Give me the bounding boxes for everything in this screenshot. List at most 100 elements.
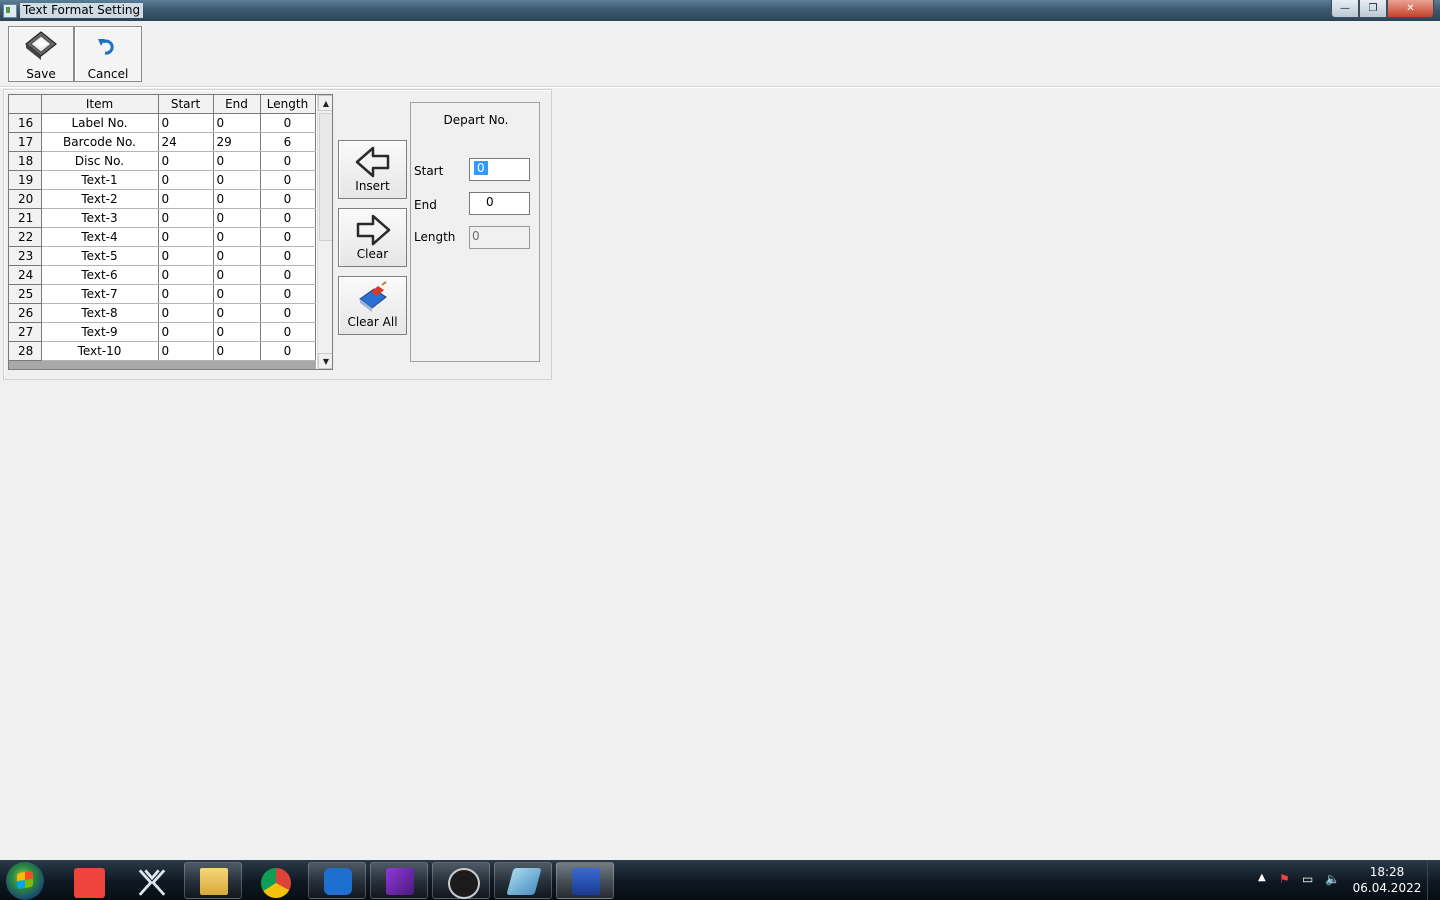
table-row[interactable]: 24 Text-6 0 0 0 xyxy=(9,265,316,285)
column-header-length[interactable]: Length xyxy=(260,95,316,114)
item-cell[interactable]: Label No. xyxy=(41,113,159,133)
table-row[interactable]: 18 Disc No. 0 0 0 xyxy=(9,151,316,171)
start-cell[interactable]: 0 xyxy=(158,341,214,361)
save-button[interactable]: Save xyxy=(8,26,74,82)
taskbar-purple-app[interactable] xyxy=(370,862,428,899)
start-button[interactable] xyxy=(6,862,44,900)
taskbar-file-explorer[interactable] xyxy=(184,862,242,899)
insert-button[interactable]: Insert xyxy=(338,140,407,199)
start-cell[interactable]: 0 xyxy=(158,151,214,171)
start-cell[interactable]: 0 xyxy=(158,303,214,323)
start-cell[interactable]: 0 xyxy=(158,284,214,304)
volume-icon[interactable]: 🔈 xyxy=(1325,872,1340,886)
item-cell[interactable]: Text-8 xyxy=(41,303,159,323)
length-cell[interactable]: 0 xyxy=(260,246,316,266)
item-cell[interactable]: Disc No. xyxy=(41,151,159,171)
taskbar-blue-app[interactable] xyxy=(494,862,552,899)
table-row[interactable]: 22 Text-4 0 0 0 xyxy=(9,227,316,247)
length-cell[interactable]: 0 xyxy=(260,151,316,171)
length-cell[interactable]: 0 xyxy=(260,265,316,285)
scroll-up-button[interactable]: ▲ xyxy=(318,95,332,111)
length-cell[interactable]: 0 xyxy=(260,303,316,323)
start-cell[interactable]: 0 xyxy=(158,265,214,285)
taskbar-densi[interactable] xyxy=(432,862,490,899)
item-cell[interactable]: Text-2 xyxy=(41,189,159,209)
taskbar-chrome[interactable] xyxy=(246,862,304,899)
table-row[interactable]: 21 Text-3 0 0 0 xyxy=(9,208,316,228)
cancel-button[interactable]: Cancel xyxy=(74,26,142,82)
end-cell[interactable]: 0 xyxy=(213,341,261,361)
end-cell[interactable]: 0 xyxy=(213,208,261,228)
item-cell[interactable]: Text-3 xyxy=(41,208,159,228)
length-cell[interactable]: 0 xyxy=(260,322,316,342)
start-cell[interactable]: 0 xyxy=(158,189,214,209)
clear-all-button[interactable]: Clear All xyxy=(338,276,407,335)
table-row[interactable]: 17 Barcode No. 24 29 6 xyxy=(9,132,316,152)
column-header-item[interactable]: Item xyxy=(41,95,159,114)
item-cell[interactable]: Text-10 xyxy=(41,341,159,361)
item-cell[interactable]: Barcode No. xyxy=(41,132,159,152)
table-row[interactable]: 27 Text-9 0 0 0 xyxy=(9,322,316,342)
end-cell[interactable]: 0 xyxy=(213,227,261,247)
start-cell[interactable]: 0 xyxy=(158,322,214,342)
table-row[interactable]: 23 Text-5 0 0 0 xyxy=(9,246,316,266)
end-cell[interactable]: 0 xyxy=(213,151,261,171)
column-header-start[interactable]: Start xyxy=(158,95,214,114)
start-cell[interactable]: 0 xyxy=(158,227,214,247)
length-cell[interactable]: 0 xyxy=(260,170,316,190)
length-cell[interactable]: 0 xyxy=(260,189,316,209)
end-cell[interactable]: 0 xyxy=(213,284,261,304)
scroll-thumb[interactable] xyxy=(319,113,332,241)
action-center-icon[interactable]: ⚑ xyxy=(1279,872,1290,886)
restore-button[interactable]: ❐ xyxy=(1359,0,1387,18)
end-cell[interactable]: 0 xyxy=(213,322,261,342)
tray-expand-icon[interactable]: ▲ xyxy=(1258,872,1266,883)
table-row[interactable]: 26 Text-8 0 0 0 xyxy=(9,303,316,323)
taskbar-respos[interactable] xyxy=(122,862,180,899)
format-grid[interactable]: Item Start End Length 16 Label No. 0 0 0 17 Ba… xyxy=(8,94,333,370)
table-row[interactable]: 19 Text-1 0 0 0 xyxy=(9,170,316,190)
end-cell[interactable]: 0 xyxy=(213,303,261,323)
length-cell[interactable]: 0 xyxy=(260,208,316,228)
table-row[interactable]: 16 Label No. 0 0 0 xyxy=(9,113,316,133)
close-button[interactable]: ✕ xyxy=(1387,0,1434,18)
grid-vertical-scrollbar[interactable]: ▲ ▼ xyxy=(317,95,332,369)
end-cell[interactable]: 0 xyxy=(213,170,261,190)
taskbar-active-app[interactable] xyxy=(556,862,614,899)
table-row[interactable]: 25 Text-7 0 0 0 xyxy=(9,284,316,304)
end-cell[interactable]: 0 xyxy=(213,246,261,266)
start-cell[interactable]: 0 xyxy=(158,113,214,133)
taskbar-clock[interactable]: 18:28 06.04.2022 xyxy=(1352,864,1422,896)
end-cell[interactable]: 0 xyxy=(213,189,261,209)
taskbar-s-app[interactable] xyxy=(308,862,366,899)
scroll-down-button[interactable]: ▼ xyxy=(318,353,332,369)
length-cell[interactable]: 0 xyxy=(260,227,316,247)
item-cell[interactable]: Text-6 xyxy=(41,265,159,285)
depart-end-input[interactable]: 0 xyxy=(469,192,530,215)
table-row[interactable]: 28 Text-10 0 0 0 xyxy=(9,341,316,361)
column-header-end[interactable]: End xyxy=(213,95,261,114)
start-cell[interactable]: 0 xyxy=(158,208,214,228)
item-cell[interactable]: Text-9 xyxy=(41,322,159,342)
item-cell[interactable]: Text-4 xyxy=(41,227,159,247)
length-cell[interactable]: 0 xyxy=(260,284,316,304)
taskbar-anydesk[interactable] xyxy=(60,862,118,899)
start-cell[interactable]: 0 xyxy=(158,246,214,266)
network-icon[interactable]: ▭ xyxy=(1302,872,1313,886)
item-cell[interactable]: Text-1 xyxy=(41,170,159,190)
item-cell[interactable]: Text-7 xyxy=(41,284,159,304)
length-cell[interactable]: 6 xyxy=(260,132,316,152)
show-desktop-button[interactable] xyxy=(1427,860,1440,900)
minimize-button[interactable]: — xyxy=(1331,0,1359,18)
item-cell[interactable]: Text-5 xyxy=(41,246,159,266)
end-cell[interactable]: 0 xyxy=(213,113,261,133)
table-row[interactable]: 20 Text-2 0 0 0 xyxy=(9,189,316,209)
length-cell[interactable]: 0 xyxy=(260,341,316,361)
end-cell[interactable]: 0 xyxy=(213,265,261,285)
start-cell[interactable]: 0 xyxy=(158,170,214,190)
clear-button[interactable]: Clear xyxy=(338,208,407,267)
start-cell[interactable]: 24 xyxy=(158,132,214,152)
end-cell[interactable]: 29 xyxy=(213,132,261,152)
length-cell[interactable]: 0 xyxy=(260,113,316,133)
depart-start-input[interactable]: 0 xyxy=(469,158,530,181)
